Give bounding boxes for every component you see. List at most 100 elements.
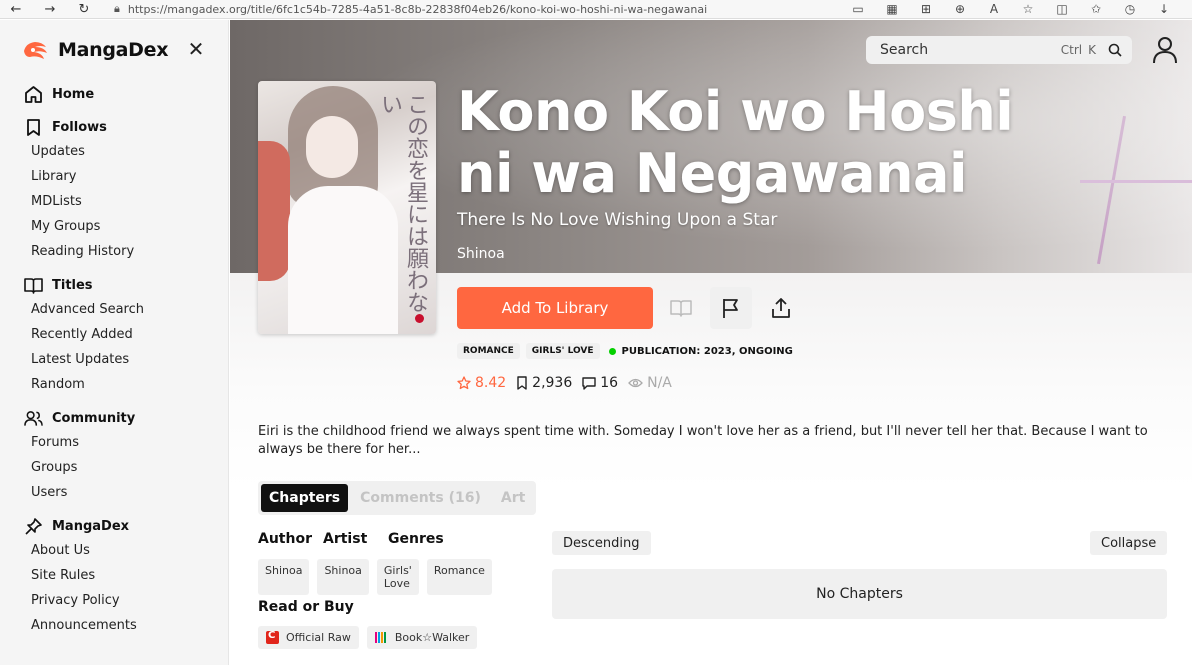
sidebar-section-community[interactable]: Community: [24, 406, 224, 430]
bookwalker-icon: [374, 632, 388, 643]
author-heading: Author: [258, 531, 312, 547]
comment-icon: [582, 377, 596, 390]
tab-comments[interactable]: Comments (16): [352, 484, 489, 512]
forward-arrow-icon[interactable]: →: [40, 0, 60, 19]
refresh-icon[interactable]: ↻: [74, 0, 94, 19]
manga-author-link[interactable]: Shinoa: [457, 246, 505, 262]
read-button[interactable]: [660, 287, 702, 329]
url-text[interactable]: https://mangadex.org/title/6fc1c54b-7285…: [128, 3, 707, 16]
buy-links: Official Raw Book☆Walker: [258, 626, 478, 649]
user-account-icon[interactable]: [1152, 36, 1178, 64]
sidebar-item-recently-added[interactable]: Recently Added: [24, 322, 224, 347]
lock-icon: 🔒︎: [114, 2, 120, 15]
author-chip[interactable]: Shinoa: [258, 559, 310, 595]
tab-art[interactable]: Art: [493, 484, 533, 512]
pin-icon: [24, 517, 43, 536]
search-input[interactable]: Search Ctrl K: [866, 36, 1132, 64]
favorites-icon[interactable]: ✩: [1086, 0, 1106, 19]
sidebar-item-users[interactable]: Users: [24, 480, 224, 505]
read-aloud-icon[interactable]: A: [984, 0, 1004, 19]
sidebar-item-home[interactable]: Home: [24, 82, 224, 106]
sidebar-item-random[interactable]: Random: [24, 372, 224, 397]
tag-romance[interactable]: ROMANCE: [457, 343, 520, 359]
sidebar-item-updates[interactable]: Updates: [24, 139, 224, 164]
sidebar-item-about-us[interactable]: About Us: [24, 538, 224, 563]
publication-status: PUBLICATION: 2023, ONGOING: [621, 345, 793, 357]
zoom-icon[interactable]: ⊕: [950, 0, 970, 19]
bookwalker-link[interactable]: Book☆Walker: [366, 626, 478, 649]
cover-title-text: この恋を星には願わない: [377, 93, 428, 313]
sidebar-item-library[interactable]: Library: [24, 164, 224, 189]
split-screen-icon[interactable]: ◫: [1052, 0, 1072, 19]
history-icon[interactable]: ◷: [1120, 0, 1140, 19]
search-placeholder: Search: [880, 42, 929, 58]
collapse-button[interactable]: Collapse: [1090, 531, 1168, 555]
follows-stat: 2,936: [516, 375, 572, 391]
sidebar-section-follows[interactable]: Follows: [24, 115, 224, 139]
apps-icon[interactable]: ⊞: [916, 0, 936, 19]
share-button[interactable]: [760, 287, 802, 329]
sidebar-item-privacy-policy[interactable]: Privacy Policy: [24, 588, 224, 613]
sidebar-item-announcements[interactable]: Announcements: [24, 613, 224, 638]
sidebar-section-label: MangaDex: [52, 518, 130, 534]
back-arrow-icon[interactable]: ←: [6, 0, 26, 19]
shortcut-ctrl: Ctrl: [1060, 43, 1083, 57]
sidebar-item-latest-updates[interactable]: Latest Updates: [24, 347, 224, 372]
empty-chapters-message: No Chapters: [552, 569, 1167, 619]
sidebar-item-my-groups[interactable]: My Groups: [24, 214, 224, 239]
tag-girls-love[interactable]: GIRLS' LOVE: [525, 343, 600, 359]
sidebar-section-label: Community: [52, 410, 136, 426]
manga-title: Kono Koi wo Hoshi ni wa Negawanai: [457, 80, 1014, 205]
comments-count: 16: [600, 375, 619, 391]
report-button[interactable]: [710, 287, 752, 329]
manga-cover-image[interactable]: この恋を星には願わない: [258, 81, 436, 334]
browser-toolbar: ← → ↻ 🔒︎ https://mangadex.org/title/6fc1…: [0, 0, 1192, 19]
manga-description: Eiri is the childhood friend we always s…: [258, 424, 1148, 457]
search-icon[interactable]: [1108, 43, 1122, 57]
shortcut-key: K: [1088, 43, 1096, 57]
sidebar-item-label: Home: [52, 86, 95, 102]
sidebar-item-mdlists[interactable]: MDLists: [24, 189, 224, 214]
sidebar-item-site-rules[interactable]: Site Rules: [24, 563, 224, 588]
sort-order-button[interactable]: Descending: [552, 531, 651, 555]
official-raw-icon: [266, 630, 279, 644]
eye-icon: [628, 378, 643, 388]
add-to-library-button[interactable]: Add To Library: [457, 287, 653, 329]
sidebar-item-reading-history[interactable]: Reading History: [24, 239, 224, 264]
sidebar-item-groups[interactable]: Groups: [24, 455, 224, 480]
mangadex-logo-icon: [24, 42, 47, 59]
views-count: N/A: [647, 375, 672, 391]
rating-stat[interactable]: 8.42: [457, 375, 506, 391]
book-open-icon: [24, 276, 43, 295]
genre-chip-romance[interactable]: Romance: [426, 559, 492, 595]
logo[interactable]: MangaDex: [20, 37, 169, 63]
artist-heading: Artist: [323, 531, 368, 547]
download-icon[interactable]: ↓: [1154, 0, 1174, 19]
genres-heading: Genres: [388, 531, 444, 547]
sidebar-section-titles[interactable]: Titles: [24, 273, 224, 297]
views-stat: N/A: [628, 375, 672, 391]
tag-list: ROMANCE GIRLS' LOVE PUBLICATION: 2023, O…: [457, 343, 793, 359]
favorite-star-icon[interactable]: ☆: [1018, 0, 1038, 19]
users-icon: [24, 409, 43, 428]
stats-row: 8.42 2,936 16 N/A: [457, 375, 672, 391]
close-sidebar-icon[interactable]: ✕: [185, 37, 207, 61]
sidebar-item-forums[interactable]: Forums: [24, 430, 224, 455]
address-bar[interactable]: 🔒︎ https://mangadex.org/title/6fc1c54b-7…: [114, 0, 804, 19]
sidebar-section-mangadex[interactable]: MangaDex: [24, 514, 224, 538]
bookmark-icon: [24, 118, 43, 137]
share-icon: [772, 298, 790, 318]
sidebar-item-advanced-search[interactable]: Advanced Search: [24, 297, 224, 322]
book-open-icon: [670, 300, 692, 317]
reader-mode-icon[interactable]: ▭: [848, 0, 868, 19]
manga-alt-title: There Is No Love Wishing Upon a Star: [457, 210, 778, 230]
sidebar-section-label: Follows: [52, 119, 107, 135]
genre-chip-girls-love[interactable]: Girls' Love: [376, 559, 419, 595]
artist-chip[interactable]: Shinoa: [317, 559, 369, 595]
official-raw-link[interactable]: Official Raw: [258, 626, 359, 649]
logo-text: MangaDex: [58, 39, 169, 61]
comments-stat[interactable]: 16: [582, 375, 618, 391]
content-tabs: Chapters Comments (16) Art: [258, 481, 537, 515]
qr-code-icon[interactable]: ▦: [882, 0, 902, 19]
tab-chapters[interactable]: Chapters: [261, 484, 349, 512]
